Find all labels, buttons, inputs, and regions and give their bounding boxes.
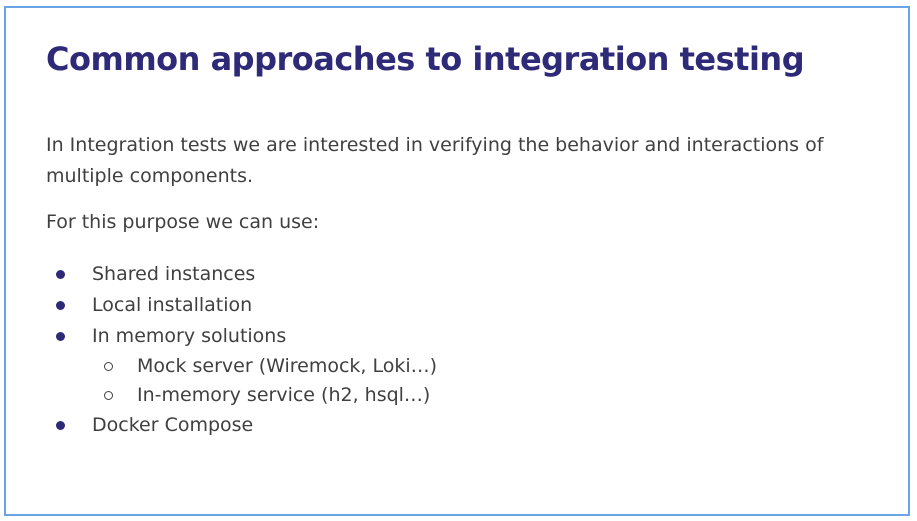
list-item-shared-instances: Shared instances [46,259,437,290]
slide: Common approaches to integration testing… [4,6,910,516]
list-item-label: Shared instances [92,263,256,285]
slide-title: Common approaches to integration testing [46,40,805,78]
list-item-label: Docker Compose [92,414,254,436]
bullet-icon [56,270,65,279]
approach-list: Shared instances Local installation In m… [46,259,437,441]
bullet-icon [56,301,65,310]
list-item-label: Local installation [92,294,253,316]
list-item-local-installation: Local installation [46,290,437,321]
bullet-icon [56,421,65,430]
list-item-label: In memory solutions [92,325,287,347]
list-item-docker-compose: Docker Compose [46,410,437,441]
lead-paragraph: For this purpose we can use: [46,211,320,233]
sub-item-mock-server: Mock server (Wiremock, Loki…) [46,352,437,381]
sub-item-label: Mock server (Wiremock, Loki…) [137,355,438,377]
hollow-bullet-icon [104,391,113,400]
list-item-in-memory-solutions: In memory solutions [46,321,437,352]
bullet-icon [56,332,65,341]
intro-paragraph: In Integration tests we are interested i… [46,134,824,187]
sub-item-label: In-memory service (h2, hsql…) [137,384,431,406]
hollow-bullet-icon [104,362,113,371]
sub-item-in-memory-service: In-memory service (h2, hsql…) [46,381,437,410]
